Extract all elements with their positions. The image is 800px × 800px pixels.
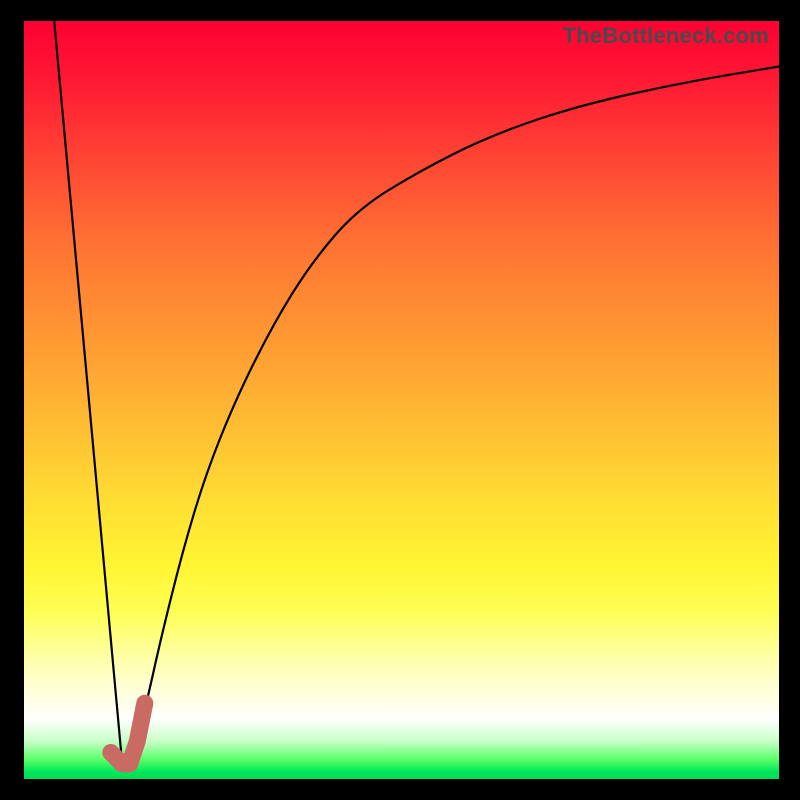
curve-layer [24, 21, 779, 779]
chart-frame: TheBottleneck.com [0, 0, 800, 800]
hook-highlight [111, 703, 145, 764]
left-descend-line [54, 21, 122, 764]
plot-area: TheBottleneck.com [24, 21, 779, 779]
black-curves [54, 21, 779, 764]
right-rising-curve [130, 67, 779, 764]
watermark-text: TheBottleneck.com [563, 23, 769, 49]
